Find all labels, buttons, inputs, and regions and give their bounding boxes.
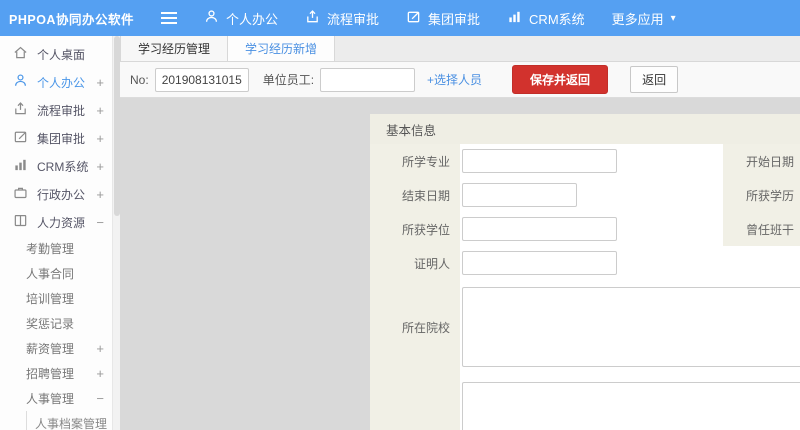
save-and-return-button[interactable]: 保存并返回: [512, 65, 609, 94]
form-row-school-location: 院校所在地: [370, 375, 800, 430]
sidebar-scrollbar[interactable]: [112, 36, 120, 430]
field-label: 所学专业: [370, 144, 460, 178]
sidebar-subsubitem-personnel-files[interactable]: 人事档案管理: [27, 411, 112, 430]
caret-down-icon: ▾: [670, 12, 676, 24]
field-label: 所获学历: [723, 178, 800, 212]
sidebar-item-label: 个人桌面: [37, 47, 86, 62]
sidebar-item-label: 行政办公: [37, 187, 86, 202]
sidebar-item-workflow-approval[interactable]: 流程审批 +: [0, 96, 112, 124]
expand-toggle[interactable]: +: [96, 159, 104, 174]
sidebar-subtree: 人事档案管理 证照管理: [26, 411, 112, 430]
expand-toggle[interactable]: +: [96, 75, 104, 90]
form-row-degree: 所获学位 曾任班干: [370, 212, 800, 246]
main-area: 学习经历管理 学习经历新增 No: 单位员工: +选择人员 保存并返回 返回 基…: [120, 36, 800, 430]
school-location-textarea[interactable]: [462, 382, 800, 430]
topnav-group-approval[interactable]: 集团审批: [406, 9, 480, 28]
field-label: 曾任班干: [723, 212, 800, 246]
expand-toggle[interactable]: +: [96, 103, 104, 118]
topnav-label: 更多应用: [611, 11, 664, 27]
field-label: [723, 246, 800, 280]
topnav-more-apps[interactable]: 更多应用 ▾: [612, 9, 676, 28]
basic-info-form: 基本信息 所学专业 开始日期 结束日期 所获学历 所获学位 曾任班干 证明人 所…: [370, 114, 800, 430]
select-person-link[interactable]: +选择人员: [427, 71, 482, 88]
sidebar-subitem-salary[interactable]: 薪资管理 +: [0, 336, 112, 361]
sidebar-item-label: 人力资源: [37, 215, 86, 230]
field-label: 所在院校: [370, 280, 460, 375]
witness-input[interactable]: [462, 251, 617, 275]
book-icon: [13, 213, 37, 231]
expand-toggle[interactable]: +: [96, 187, 104, 202]
sidebar: 个人桌面 个人办公 + 流程审批 + 集团审批 + CRM系统 + 行政办公 +: [0, 36, 112, 430]
section-title: 基本信息: [370, 114, 800, 144]
topnav-label: 流程审批: [327, 11, 380, 27]
sidebar-item-group-approval[interactable]: 集团审批 +: [0, 124, 112, 152]
sidebar-subitem-hr-contract[interactable]: 人事合同: [0, 261, 112, 286]
sidebar-subitem-training[interactable]: 培训管理: [0, 286, 112, 311]
sidebar-item-hr[interactable]: 人力资源 −: [0, 208, 112, 236]
bar-chart-icon: [13, 157, 37, 175]
sidebar-subitem-personnel[interactable]: 人事管理 −: [0, 386, 112, 411]
edit-icon: [13, 129, 37, 147]
employee-label: 单位员工:: [262, 73, 315, 87]
employee-input[interactable]: [320, 67, 416, 92]
sidebar-subitem-rewards[interactable]: 奖惩记录: [0, 311, 112, 336]
degree-input[interactable]: [462, 217, 617, 241]
tab-study-history-manage[interactable]: 学习经历管理: [120, 36, 229, 61]
expand-toggle[interactable]: +: [96, 131, 104, 146]
tab-bar: 学习经历管理 学习经历新增: [120, 36, 800, 62]
user-icon: [204, 9, 226, 27]
field-label: 结束日期: [370, 178, 460, 212]
export-icon: [305, 9, 327, 27]
sidebar-item-label: 流程审批: [37, 103, 86, 118]
menu-icon[interactable]: [160, 11, 178, 25]
sidebar-item-label: 集团审批: [37, 131, 86, 146]
bar-chart-icon: [507, 9, 529, 27]
topnav-label: 个人办公: [226, 11, 279, 27]
export-icon: [13, 101, 37, 119]
sidebar-subitem-attendance[interactable]: 考勤管理: [0, 236, 112, 261]
tab-study-history-new[interactable]: 学习经历新增: [228, 36, 336, 61]
topbar: PHPOA协同办公软件 个人办公 流程审批 集团审批 CRM系统 更多应用 ▾: [0, 0, 800, 36]
form-row-witness: 证明人: [370, 246, 800, 280]
field-label: 院校所在地: [370, 375, 460, 430]
content-area: 基本信息 所学专业 开始日期 结束日期 所获学历 所获学位 曾任班干 证明人 所…: [120, 98, 800, 430]
form-row-end-date: 结束日期 所获学历: [370, 178, 800, 212]
expand-toggle[interactable]: −: [96, 215, 104, 230]
end-date-input[interactable]: [462, 183, 577, 207]
field-label: 开始日期: [723, 144, 800, 178]
sidebar-item-admin-office[interactable]: 行政办公 +: [0, 180, 112, 208]
form-row-major: 所学专业 开始日期: [370, 144, 800, 178]
no-label: No:: [130, 72, 149, 87]
topnav-label: 集团审批: [428, 11, 481, 27]
topnav-label: CRM系统: [529, 11, 585, 27]
sidebar-item-desktop[interactable]: 个人桌面: [0, 40, 112, 68]
field-label: 所获学位: [370, 212, 460, 246]
school-textarea[interactable]: [462, 287, 800, 367]
sidebar-subitem-recruit[interactable]: 招聘管理 +: [0, 361, 112, 386]
user-icon: [13, 73, 37, 91]
app-title: PHPOA协同办公软件: [9, 12, 134, 27]
edit-icon: [406, 9, 428, 27]
sidebar-item-label: CRM系统: [37, 159, 89, 174]
topnav-crm-system[interactable]: CRM系统: [507, 9, 585, 28]
field-label: 证明人: [370, 246, 460, 280]
form-row-school: 所在院校: [370, 280, 800, 375]
back-button[interactable]: 返回: [630, 66, 679, 93]
sidebar-item-crm-system[interactable]: CRM系统 +: [0, 152, 112, 180]
topnav-workflow-approval[interactable]: 流程审批: [305, 9, 379, 28]
form-toolbar: No: 单位员工: +选择人员 保存并返回 返回: [120, 62, 800, 98]
home-icon: [13, 45, 37, 63]
topnav-personal-office[interactable]: 个人办公: [204, 9, 278, 28]
top-navigation: 个人办公 流程审批 集团审批 CRM系统 更多应用 ▾: [204, 9, 703, 28]
major-input[interactable]: [462, 149, 617, 173]
briefcase-icon: [13, 185, 37, 203]
no-input[interactable]: [154, 67, 249, 92]
sidebar-item-personal-office[interactable]: 个人办公 +: [0, 68, 112, 96]
sidebar-item-label: 个人办公: [37, 75, 86, 90]
